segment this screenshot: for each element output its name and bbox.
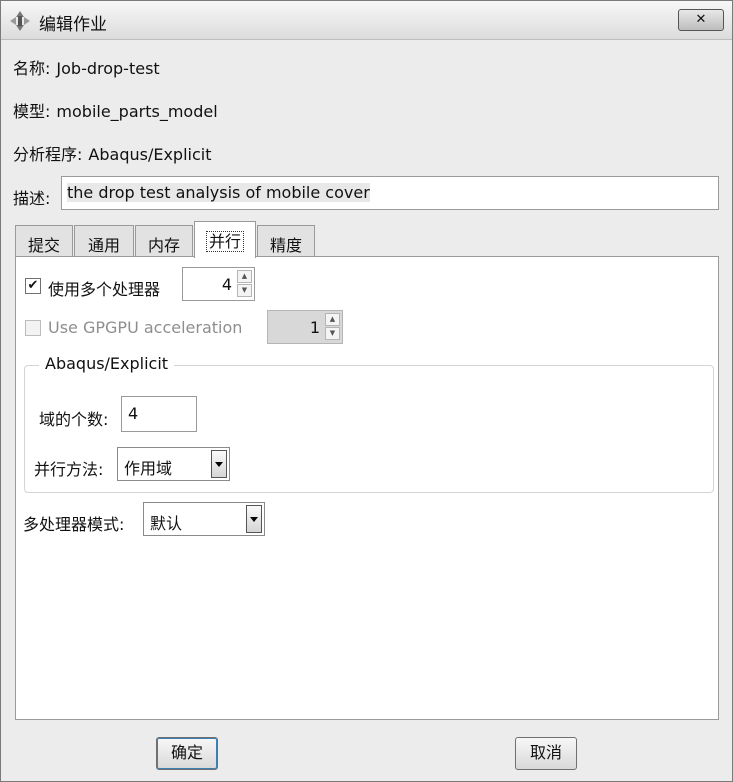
spin-up-icon[interactable]: ▲: [237, 270, 252, 283]
tab-parallel[interactable]: 并行: [194, 221, 256, 258]
gpgpu-checkbox[interactable]: [25, 320, 41, 336]
group-title: Abaqus/Explicit: [39, 354, 175, 373]
spin-up-icon[interactable]: ▲: [325, 313, 340, 326]
parallel-method-label: 并行方法:: [34, 460, 104, 479]
tab-precision[interactable]: 精度: [257, 225, 315, 257]
chevron-down-icon[interactable]: [246, 505, 262, 533]
cancel-button[interactable]: 取消: [515, 737, 577, 770]
program-label: 分析程序:: [13, 145, 83, 164]
gpgpu-spinner[interactable]: 1 ▲ ▼: [267, 310, 343, 344]
multiprocessing-mode-select[interactable]: 默认: [143, 502, 265, 536]
checkmark-icon: ✔: [27, 278, 39, 293]
multiprocessing-mode-value: 默认: [150, 514, 183, 533]
spin-down-icon[interactable]: ▼: [237, 284, 252, 297]
description-input[interactable]: the drop test analysis of mobile cover: [61, 176, 719, 210]
model-value: mobile_parts_model: [56, 102, 218, 121]
window-title: 编辑作业: [39, 15, 107, 35]
job-name-label: 名称:: [13, 59, 51, 78]
tab-submit[interactable]: 提交: [15, 225, 73, 257]
description-label: 描述:: [13, 189, 51, 208]
processors-value: 4: [221, 275, 232, 294]
gpgpu-value: 1: [309, 318, 320, 337]
chevron-down-icon[interactable]: [211, 450, 227, 478]
model-label: 模型:: [13, 102, 51, 121]
model-row: 模型: mobile_parts_model: [13, 98, 218, 122]
job-name-row: 名称: Job-drop-test: [13, 55, 160, 79]
parallel-method-select[interactable]: 作用域: [117, 447, 230, 481]
tab-memory[interactable]: 内存: [135, 225, 193, 257]
job-name-value: Job-drop-test: [56, 59, 160, 78]
domains-label: 域的个数:: [39, 410, 109, 429]
spin-down-icon[interactable]: ▼: [325, 327, 340, 340]
domains-input[interactable]: 4: [121, 396, 197, 432]
processors-spinner[interactable]: 4 ▲ ▼: [182, 267, 255, 301]
edit-job-dialog: 编辑作业 ✕ 名称: Job-drop-test 模型: mobile_parts_…: [0, 0, 733, 782]
gpgpu-label: Use GPGPU acceleration: [48, 318, 243, 337]
use-multiple-processors-checkbox[interactable]: ✔: [25, 278, 41, 294]
use-multiple-processors-label: 使用多个处理器: [48, 280, 161, 299]
abaqus-app-icon: [9, 10, 31, 32]
parallel-tab-panel: ✔ 使用多个处理器 4 ▲ ▼ Use GPGPU acceleration 1…: [15, 256, 719, 720]
description-value: the drop test analysis of mobile cover: [67, 183, 370, 202]
abaqus-explicit-group: Abaqus/Explicit 域的个数: 4 并行方法: 作用域: [24, 354, 714, 493]
close-button[interactable]: ✕: [678, 9, 724, 31]
ok-button[interactable]: 确定: [156, 737, 218, 770]
domains-value: 4: [128, 404, 139, 423]
close-icon: ✕: [695, 12, 707, 27]
tab-general[interactable]: 通用: [74, 225, 134, 257]
parallel-method-value: 作用域: [124, 459, 173, 478]
program-row: 分析程序: Abaqus/Explicit: [13, 141, 211, 165]
title-bar: 编辑作业 ✕: [1, 1, 732, 40]
program-value: Abaqus/Explicit: [88, 145, 212, 164]
multiprocessing-mode-label: 多处理器模式:: [23, 515, 125, 534]
